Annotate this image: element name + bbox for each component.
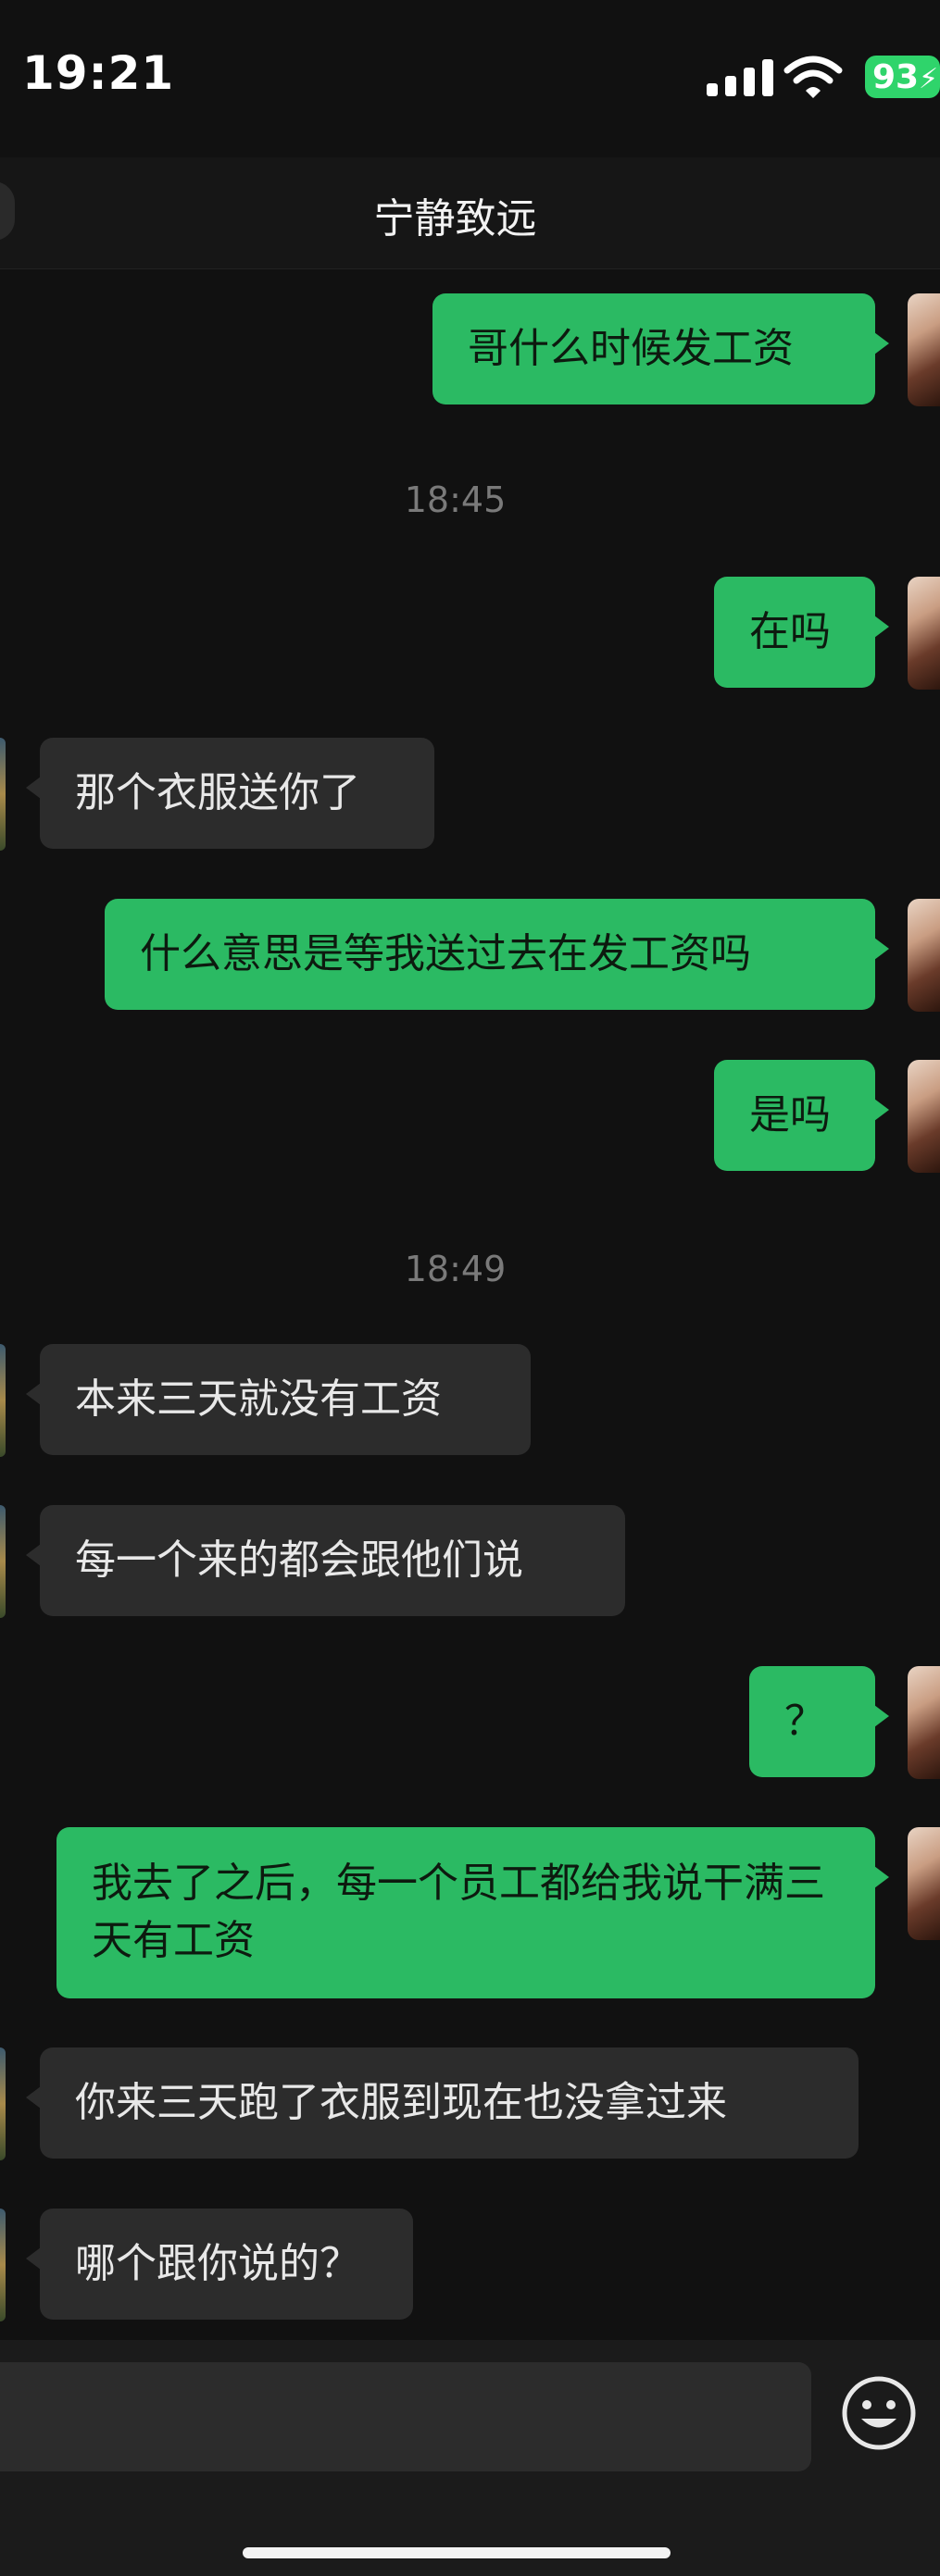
timestamp: 18:45 [404,479,507,520]
message-received[interactable]: 每一个来的都会跟他们说 [26,1505,625,1616]
message-text: 哥什么时候发工资 [468,325,794,372]
message-sent[interactable]: 在吗 [714,577,889,688]
message-text: 每一个来的都会跟他们说 [75,1537,523,1584]
message-sent[interactable]: 哥什么时候发工资 [432,293,889,404]
my-avatar[interactable] [908,899,940,1012]
message-received[interactable]: 你来三天跑了衣服到现在也没拿过来 [26,2047,859,2159]
message-text: 在吗 [749,608,831,655]
contact-avatar[interactable] [0,2047,6,2160]
message-text: 什么意思是等我送过去在发工资吗 [140,930,751,977]
message-input[interactable] [0,2362,811,2471]
message-received[interactable]: 本来三天就没有工资 [26,1344,531,1455]
message-sent[interactable]: 我去了之后，每一个员工都给我说干满三天有工资 [56,1827,889,1998]
home-indicator[interactable] [243,2547,671,2558]
my-avatar[interactable] [908,293,940,406]
contact-avatar[interactable] [0,738,6,851]
contact-avatar[interactable] [0,2209,6,2321]
status-time: 19:21 [22,46,175,100]
message-received[interactable]: 哪个跟你说的？ [26,2209,413,2320]
my-avatar[interactable] [908,1666,940,1779]
message-text: 哪个跟你说的？ [75,2240,360,2287]
message-sent[interactable]: 什么意思是等我送过去在发工资吗 [105,899,889,1010]
contact-avatar[interactable] [0,1505,6,1618]
my-avatar[interactable] [908,1060,940,1173]
status-bar: 19:21 93 ⚡ [0,0,940,157]
message-text: 本来三天就没有工资 [75,1375,442,1423]
message-received[interactable]: 那个衣服送你了 [26,738,434,849]
message-text: 是吗 [749,1091,831,1139]
message-text: ？ [784,1698,825,1745]
my-avatar[interactable] [908,577,940,690]
battery-level: 93 [872,58,920,96]
charging-bolt-icon: ⚡ [919,63,939,95]
my-avatar[interactable] [908,1827,940,1940]
chat-title: 宁静致远 [373,195,537,243]
message-sent[interactable]: 是吗 [714,1060,889,1171]
message-sent[interactable]: ？ [749,1666,889,1777]
signal-icon [707,59,773,96]
contact-avatar[interactable] [0,1344,6,1457]
timestamp: 18:49 [404,1249,507,1289]
emoji-face-icon[interactable] [841,2375,917,2451]
wifi-icon [783,56,843,98]
message-text: 那个衣服送你了 [75,769,360,816]
message-text: 我去了之后，每一个员工都给我说干满三天有工资 [92,1860,825,1964]
message-text: 你来三天跑了衣服到现在也没拿过来 [75,2079,727,2126]
battery-icon: 93 ⚡ [865,56,940,98]
